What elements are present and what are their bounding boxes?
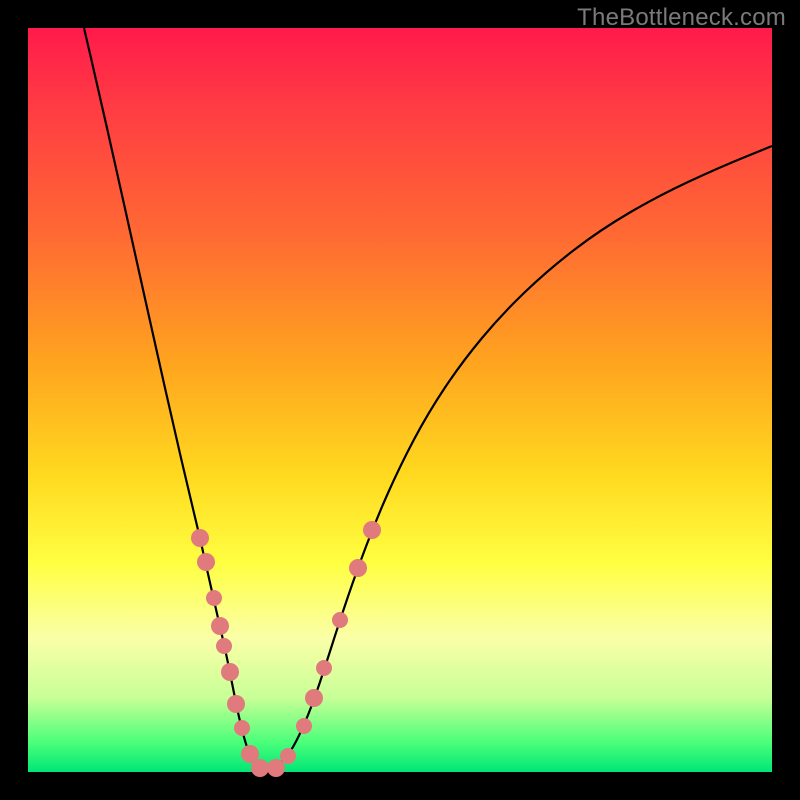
curve-layer [28, 28, 772, 772]
bead-marker [267, 759, 285, 777]
bead-marker [316, 660, 332, 676]
bead-marker [349, 559, 367, 577]
bead-marker [227, 695, 245, 713]
right-curve [264, 146, 772, 770]
bead-marker [280, 748, 296, 764]
left-curve [84, 28, 264, 770]
bead-marker [206, 590, 222, 606]
bead-marker [251, 759, 269, 777]
bead-marker [197, 553, 215, 571]
bead-marker [296, 718, 312, 734]
bead-marker [211, 617, 229, 635]
bead-marker [234, 720, 250, 736]
chart-frame: TheBottleneck.com [0, 0, 800, 800]
bead-marker [363, 521, 381, 539]
bead-marker [221, 663, 239, 681]
marker-beads [191, 521, 381, 777]
bead-marker [216, 638, 232, 654]
bead-marker [191, 529, 209, 547]
bead-marker [305, 689, 323, 707]
bead-marker [332, 612, 348, 628]
plot-area [28, 28, 772, 772]
